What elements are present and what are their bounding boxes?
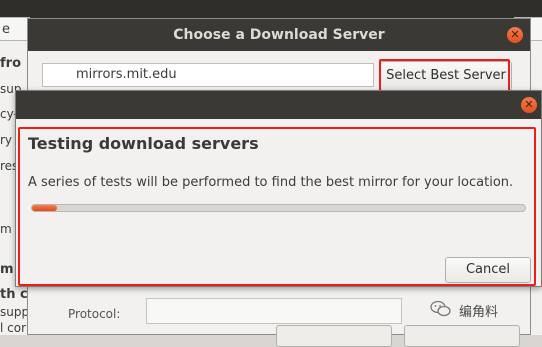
protocol-label: Protocol: [68, 307, 121, 321]
dialog-button[interactable] [404, 325, 520, 347]
protocol-input[interactable] [146, 298, 402, 324]
background-text-fragment: m [0, 222, 12, 236]
dialog-title: Choose a Download Server [28, 19, 530, 51]
background-text-fragment: ry [0, 133, 13, 147]
close-icon[interactable]: ✕ [521, 97, 537, 113]
background-text-fragment: fro [0, 56, 21, 71]
background-tab-left[interactable]: e [0, 17, 30, 41]
top-bar [0, 0, 542, 18]
server-field[interactable]: mirrors.mit.edu [42, 63, 374, 87]
wechat-icon [430, 300, 451, 317]
background-text-fragment: m [0, 262, 14, 277]
dialog-button[interactable] [276, 325, 392, 347]
watermark-text: 编角料 [459, 305, 499, 320]
background-text-fragment: supp [0, 305, 30, 319]
close-icon[interactable]: ✕ [507, 27, 523, 43]
dialog-titlebar [16, 91, 541, 119]
background-text-fragment: l cor [0, 321, 27, 335]
highlight-box [18, 127, 536, 286]
background-text-fragment: th c [0, 287, 28, 302]
highlight-box [379, 59, 510, 93]
